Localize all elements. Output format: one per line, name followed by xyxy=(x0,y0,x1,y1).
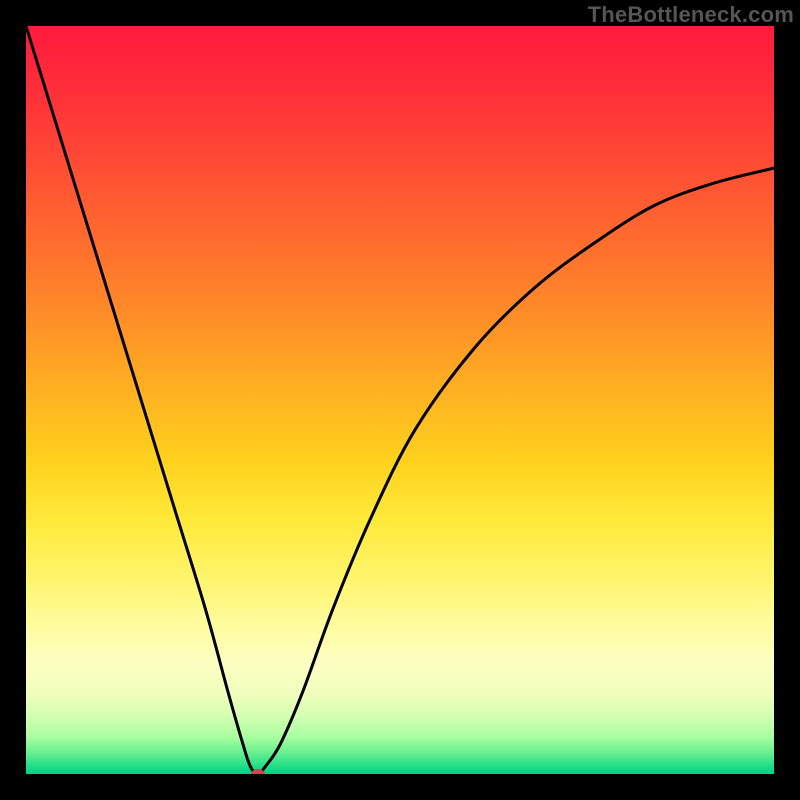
plot-area xyxy=(26,26,774,774)
optimum-marker xyxy=(251,769,265,774)
bottleneck-curve xyxy=(26,26,774,774)
chart-frame: TheBottleneck.com xyxy=(0,0,800,800)
attribution-text: TheBottleneck.com xyxy=(588,2,794,28)
